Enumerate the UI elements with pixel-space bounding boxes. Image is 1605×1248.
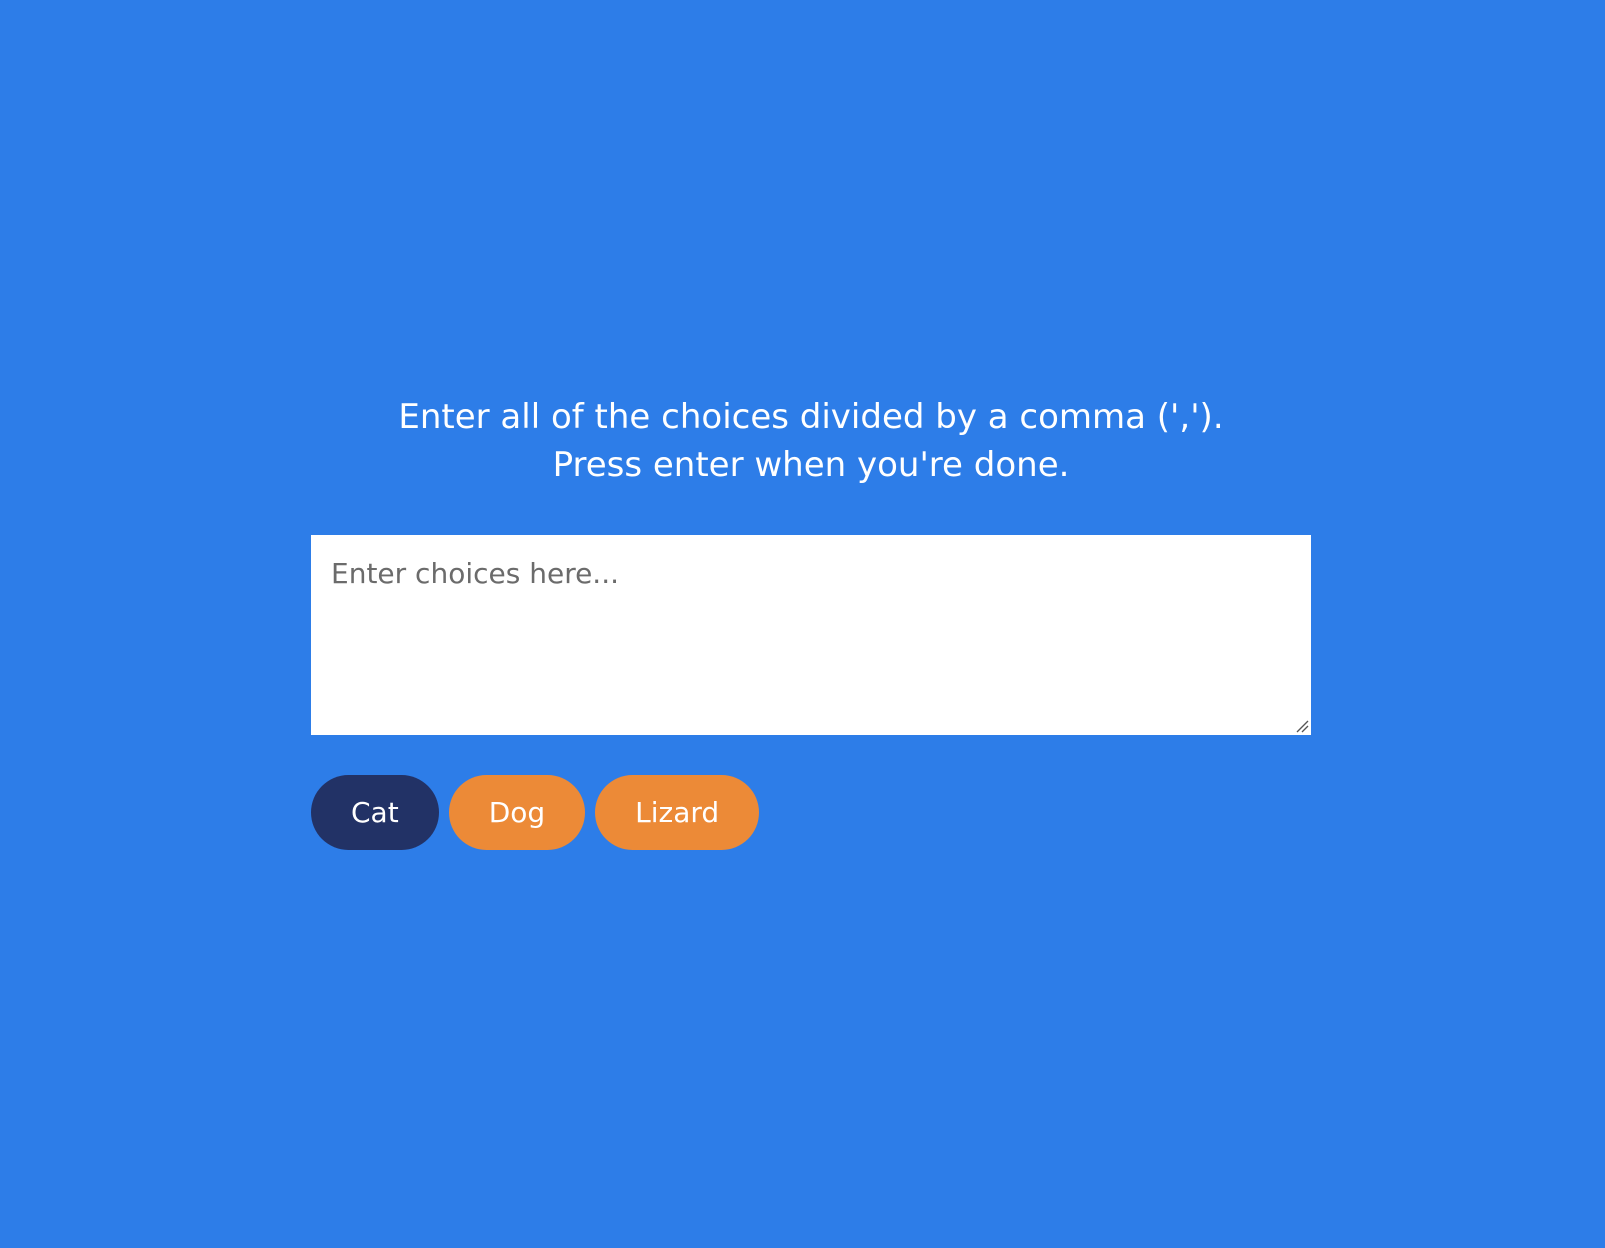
tag-cat[interactable]: Cat <box>311 775 439 850</box>
tag-label: Cat <box>351 796 399 829</box>
tag-dog[interactable]: Dog <box>448 775 586 850</box>
tag-label: Dog <box>488 796 546 829</box>
tag-label: Lizard <box>635 796 720 829</box>
choice-tags: Cat Dog Lizard <box>311 775 1311 850</box>
resize-handle-icon[interactable] <box>1295 719 1309 733</box>
choices-input-wrapper <box>311 535 1311 735</box>
instructions-line-1: Enter all of the choices divided by a co… <box>398 397 1224 437</box>
choice-picker: Enter all of the choices divided by a co… <box>311 393 1311 850</box>
instructions-line-2: Press enter when you're done. <box>552 445 1070 485</box>
instructions-heading: Enter all of the choices divided by a co… <box>311 393 1311 489</box>
tag-lizard[interactable]: Lizard <box>595 775 760 850</box>
choices-textarea[interactable] <box>311 535 1311 735</box>
